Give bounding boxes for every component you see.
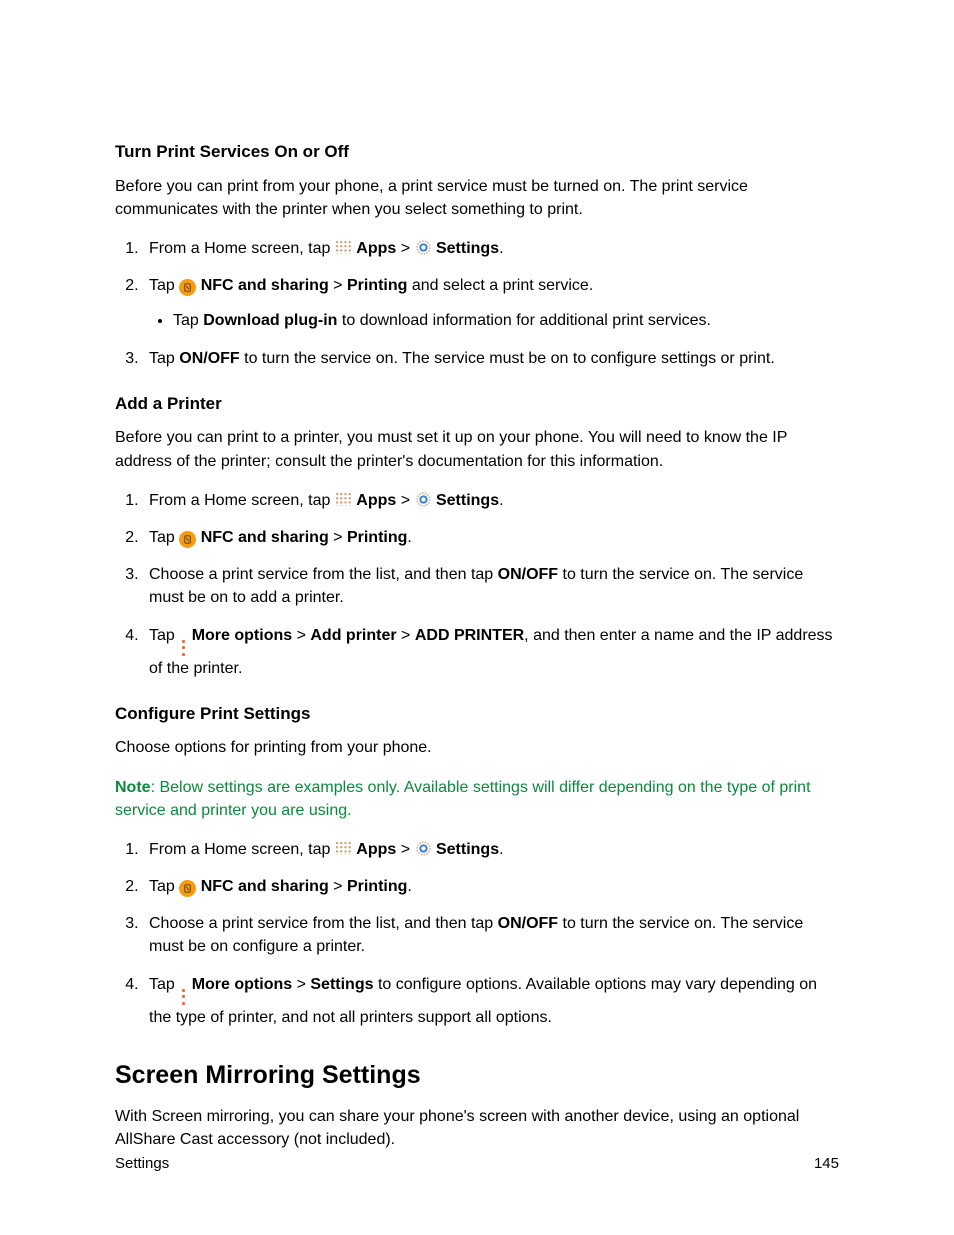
settings-icon — [415, 239, 432, 256]
apps-icon — [335, 492, 352, 506]
intro-text: Choose options for printing from your ph… — [115, 736, 839, 759]
footer-section: Settings — [115, 1153, 169, 1175]
apps-icon — [335, 240, 352, 254]
list-item: Tap NFC and sharing > Printing. — [143, 526, 839, 549]
settings-icon — [415, 491, 432, 508]
list-item: From a Home screen, tap Apps > Settings. — [143, 489, 839, 512]
heading-add-printer: Add a Printer — [115, 392, 839, 417]
list-item: Tap ON/OFF to turn the service on. The s… — [143, 347, 839, 370]
heading-screen-mirroring: Screen Mirroring Settings — [115, 1057, 839, 1093]
apps-icon — [335, 841, 352, 855]
intro-text: With Screen mirroring, you can share you… — [115, 1105, 839, 1151]
steps-list-3: From a Home screen, tap Apps > Settings.… — [115, 838, 839, 1029]
list-item: Tap NFC and sharing > Printing and selec… — [143, 274, 839, 332]
page-number: 145 — [814, 1153, 839, 1175]
heading-turn-print-services: Turn Print Services On or Off — [115, 140, 839, 165]
list-item: Tap Download plug-in to download informa… — [173, 309, 839, 332]
list-item: Choose a print service from the list, an… — [143, 912, 839, 958]
list-item: Tap More options > Settings to configure… — [143, 973, 839, 1029]
list-item: Tap More options > Add printer > ADD PRI… — [143, 624, 839, 680]
list-item: From a Home screen, tap Apps > Settings. — [143, 838, 839, 861]
heading-configure-print: Configure Print Settings — [115, 702, 839, 727]
list-item: Tap NFC and sharing > Printing. — [143, 875, 839, 898]
intro-text: Before you can print from your phone, a … — [115, 175, 839, 221]
list-item: Choose a print service from the list, an… — [143, 563, 839, 609]
intro-text: Before you can print to a printer, you m… — [115, 426, 839, 472]
nfc-icon — [179, 531, 196, 548]
more-options-icon — [179, 988, 187, 1006]
steps-list-2: From a Home screen, tap Apps > Settings.… — [115, 489, 839, 680]
settings-icon — [415, 840, 432, 857]
nfc-icon — [179, 880, 196, 897]
steps-list-1: From a Home screen, tap Apps > Settings.… — [115, 237, 839, 370]
page-footer: Settings 145 — [115, 1153, 839, 1175]
nfc-icon — [179, 279, 196, 296]
note-text: Note: Below settings are examples only. … — [115, 776, 839, 822]
more-options-icon — [179, 639, 187, 657]
page: Turn Print Services On or Off Before you… — [0, 0, 954, 1235]
list-item: From a Home screen, tap Apps > Settings. — [143, 237, 839, 260]
sub-list: Tap Download plug-in to download informa… — [149, 309, 839, 332]
